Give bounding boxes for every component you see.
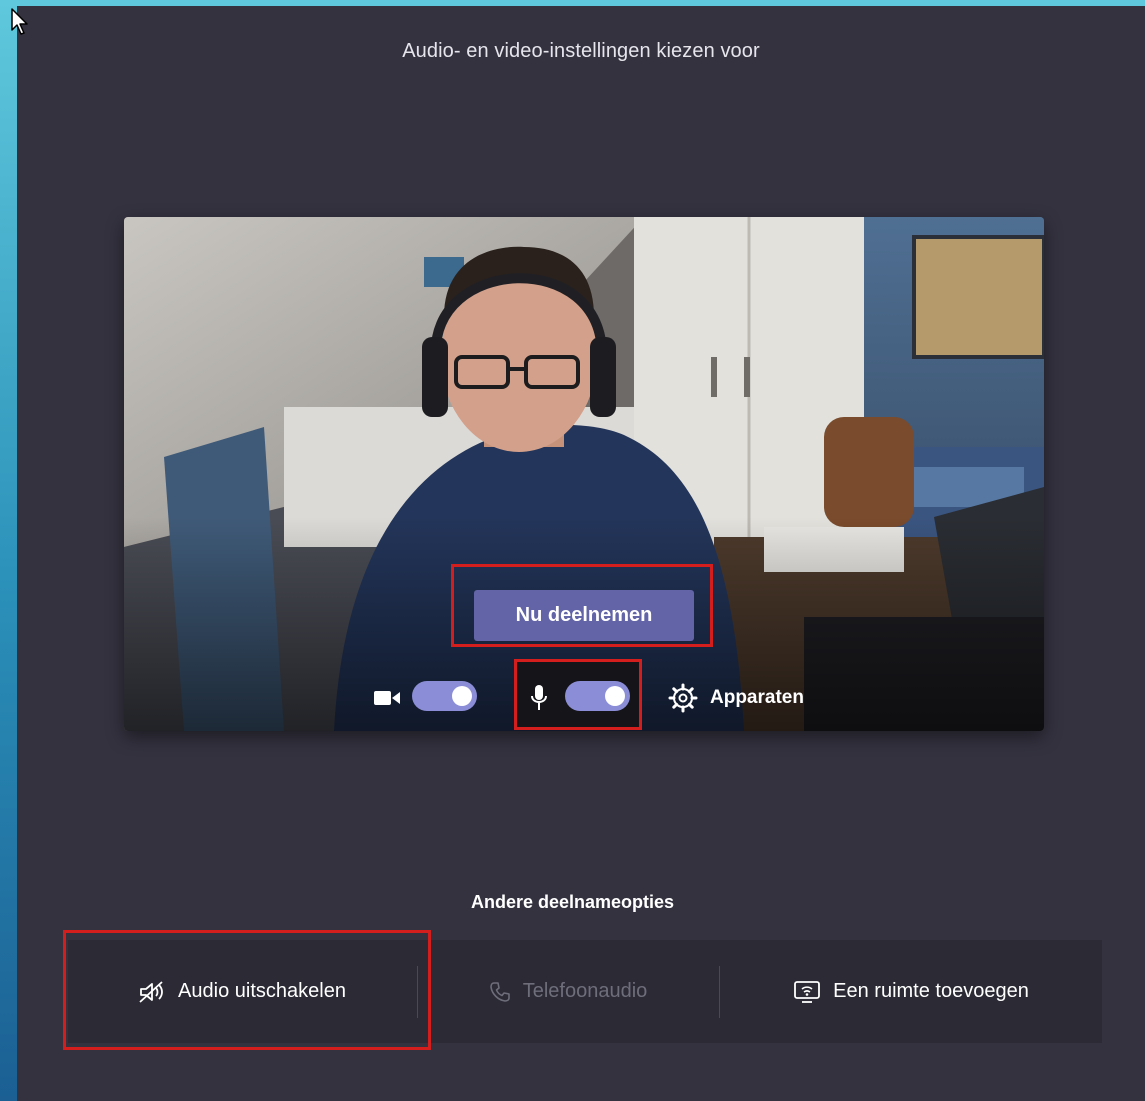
gear-icon — [668, 683, 698, 713]
other-options-heading: Andere deelnameopties — [470, 892, 675, 912]
page-title: Audio- en video-instellingen kiezen voor — [402, 40, 760, 62]
camera-toggle-knob — [452, 686, 472, 706]
audio-off-option[interactable]: Audio uitschakelen — [68, 940, 416, 1043]
phone-audio-label: Telefoonaudio — [522, 980, 648, 1002]
devices-button[interactable]: Apparaten — [668, 680, 804, 716]
add-room-label: Een ruimte toevoegen — [833, 980, 1029, 1002]
cast-screen-icon — [794, 980, 821, 1003]
desktop-edge-left — [0, 0, 17, 1101]
camera-toggle[interactable] — [412, 681, 477, 711]
join-now-button[interactable]: Nu deelnemen — [474, 590, 694, 641]
video-preview — [124, 217, 1044, 731]
add-room-option[interactable]: Een ruimte toevoegen — [720, 940, 1102, 1043]
speaker-off-icon — [139, 980, 163, 1003]
audio-off-label: Audio uitschakelen — [178, 980, 346, 1002]
devices-label: Apparaten — [710, 687, 804, 708]
mouse-cursor-icon — [11, 8, 28, 35]
microphone-icon — [531, 685, 547, 710]
microphone-toggle[interactable] — [565, 681, 630, 711]
camera-feed — [124, 217, 1044, 731]
microphone-toggle-knob — [605, 686, 625, 706]
phone-icon — [489, 981, 510, 1002]
camera-icon — [374, 691, 400, 705]
phone-audio-option[interactable]: Telefoonaudio — [418, 940, 718, 1043]
